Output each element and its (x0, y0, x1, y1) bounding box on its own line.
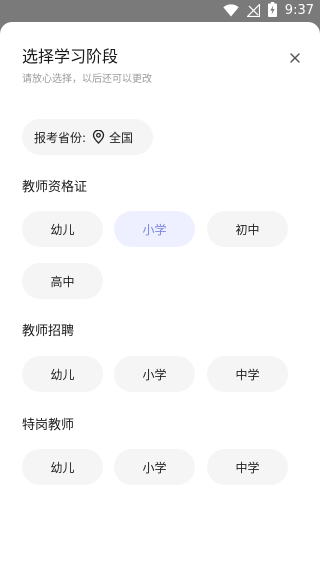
province-label: 报考省份: (34, 130, 87, 145)
option-special-post-kindergarten[interactable]: 幼儿 (22, 449, 103, 485)
close-button[interactable] (286, 49, 304, 67)
option-special-post-secondary[interactable]: 中学 (207, 449, 288, 485)
close-icon (286, 52, 304, 71)
province-value: 全国 (109, 130, 134, 145)
option-teacher-cert-senior[interactable]: 高中 (22, 263, 103, 299)
section-title-special-post: 特岗教师 (22, 418, 75, 433)
location-pin-icon (92, 130, 105, 144)
section-title-teacher-cert: 教师资格证 (22, 180, 88, 195)
battery-charging-icon (267, 1, 277, 21)
option-teacher-recruit-primary[interactable]: 小学 (114, 356, 195, 392)
option-teacher-recruit-kindergarten[interactable]: 幼儿 (22, 356, 103, 392)
option-special-post-primary[interactable]: 小学 (114, 449, 195, 485)
no-signal-icon (245, 2, 260, 21)
status-bar: 9:37 (0, 0, 320, 22)
sheet-title: 选择学习阶段 (22, 47, 119, 66)
option-teacher-cert-kindergarten[interactable]: 幼儿 (22, 211, 103, 247)
option-teacher-cert-primary[interactable]: 小学 (114, 211, 195, 247)
status-time: 9:37 (284, 3, 314, 18)
option-teacher-cert-junior[interactable]: 初中 (207, 211, 288, 247)
wifi-icon (223, 2, 239, 21)
option-teacher-recruit-secondary[interactable]: 中学 (207, 356, 288, 392)
province-selector[interactable]: 报考省份: 全国 (22, 119, 153, 155)
stage-select-sheet: 选择学习阶段 请放心选择，以后还可以更改 报考省份: 全国 教师资格证 幼儿 小… (0, 22, 320, 574)
section-title-teacher-recruit: 教师招聘 (22, 324, 75, 339)
status-icons: 9:37 (223, 1, 314, 21)
sheet-subtitle: 请放心选择，以后还可以更改 (22, 74, 152, 85)
